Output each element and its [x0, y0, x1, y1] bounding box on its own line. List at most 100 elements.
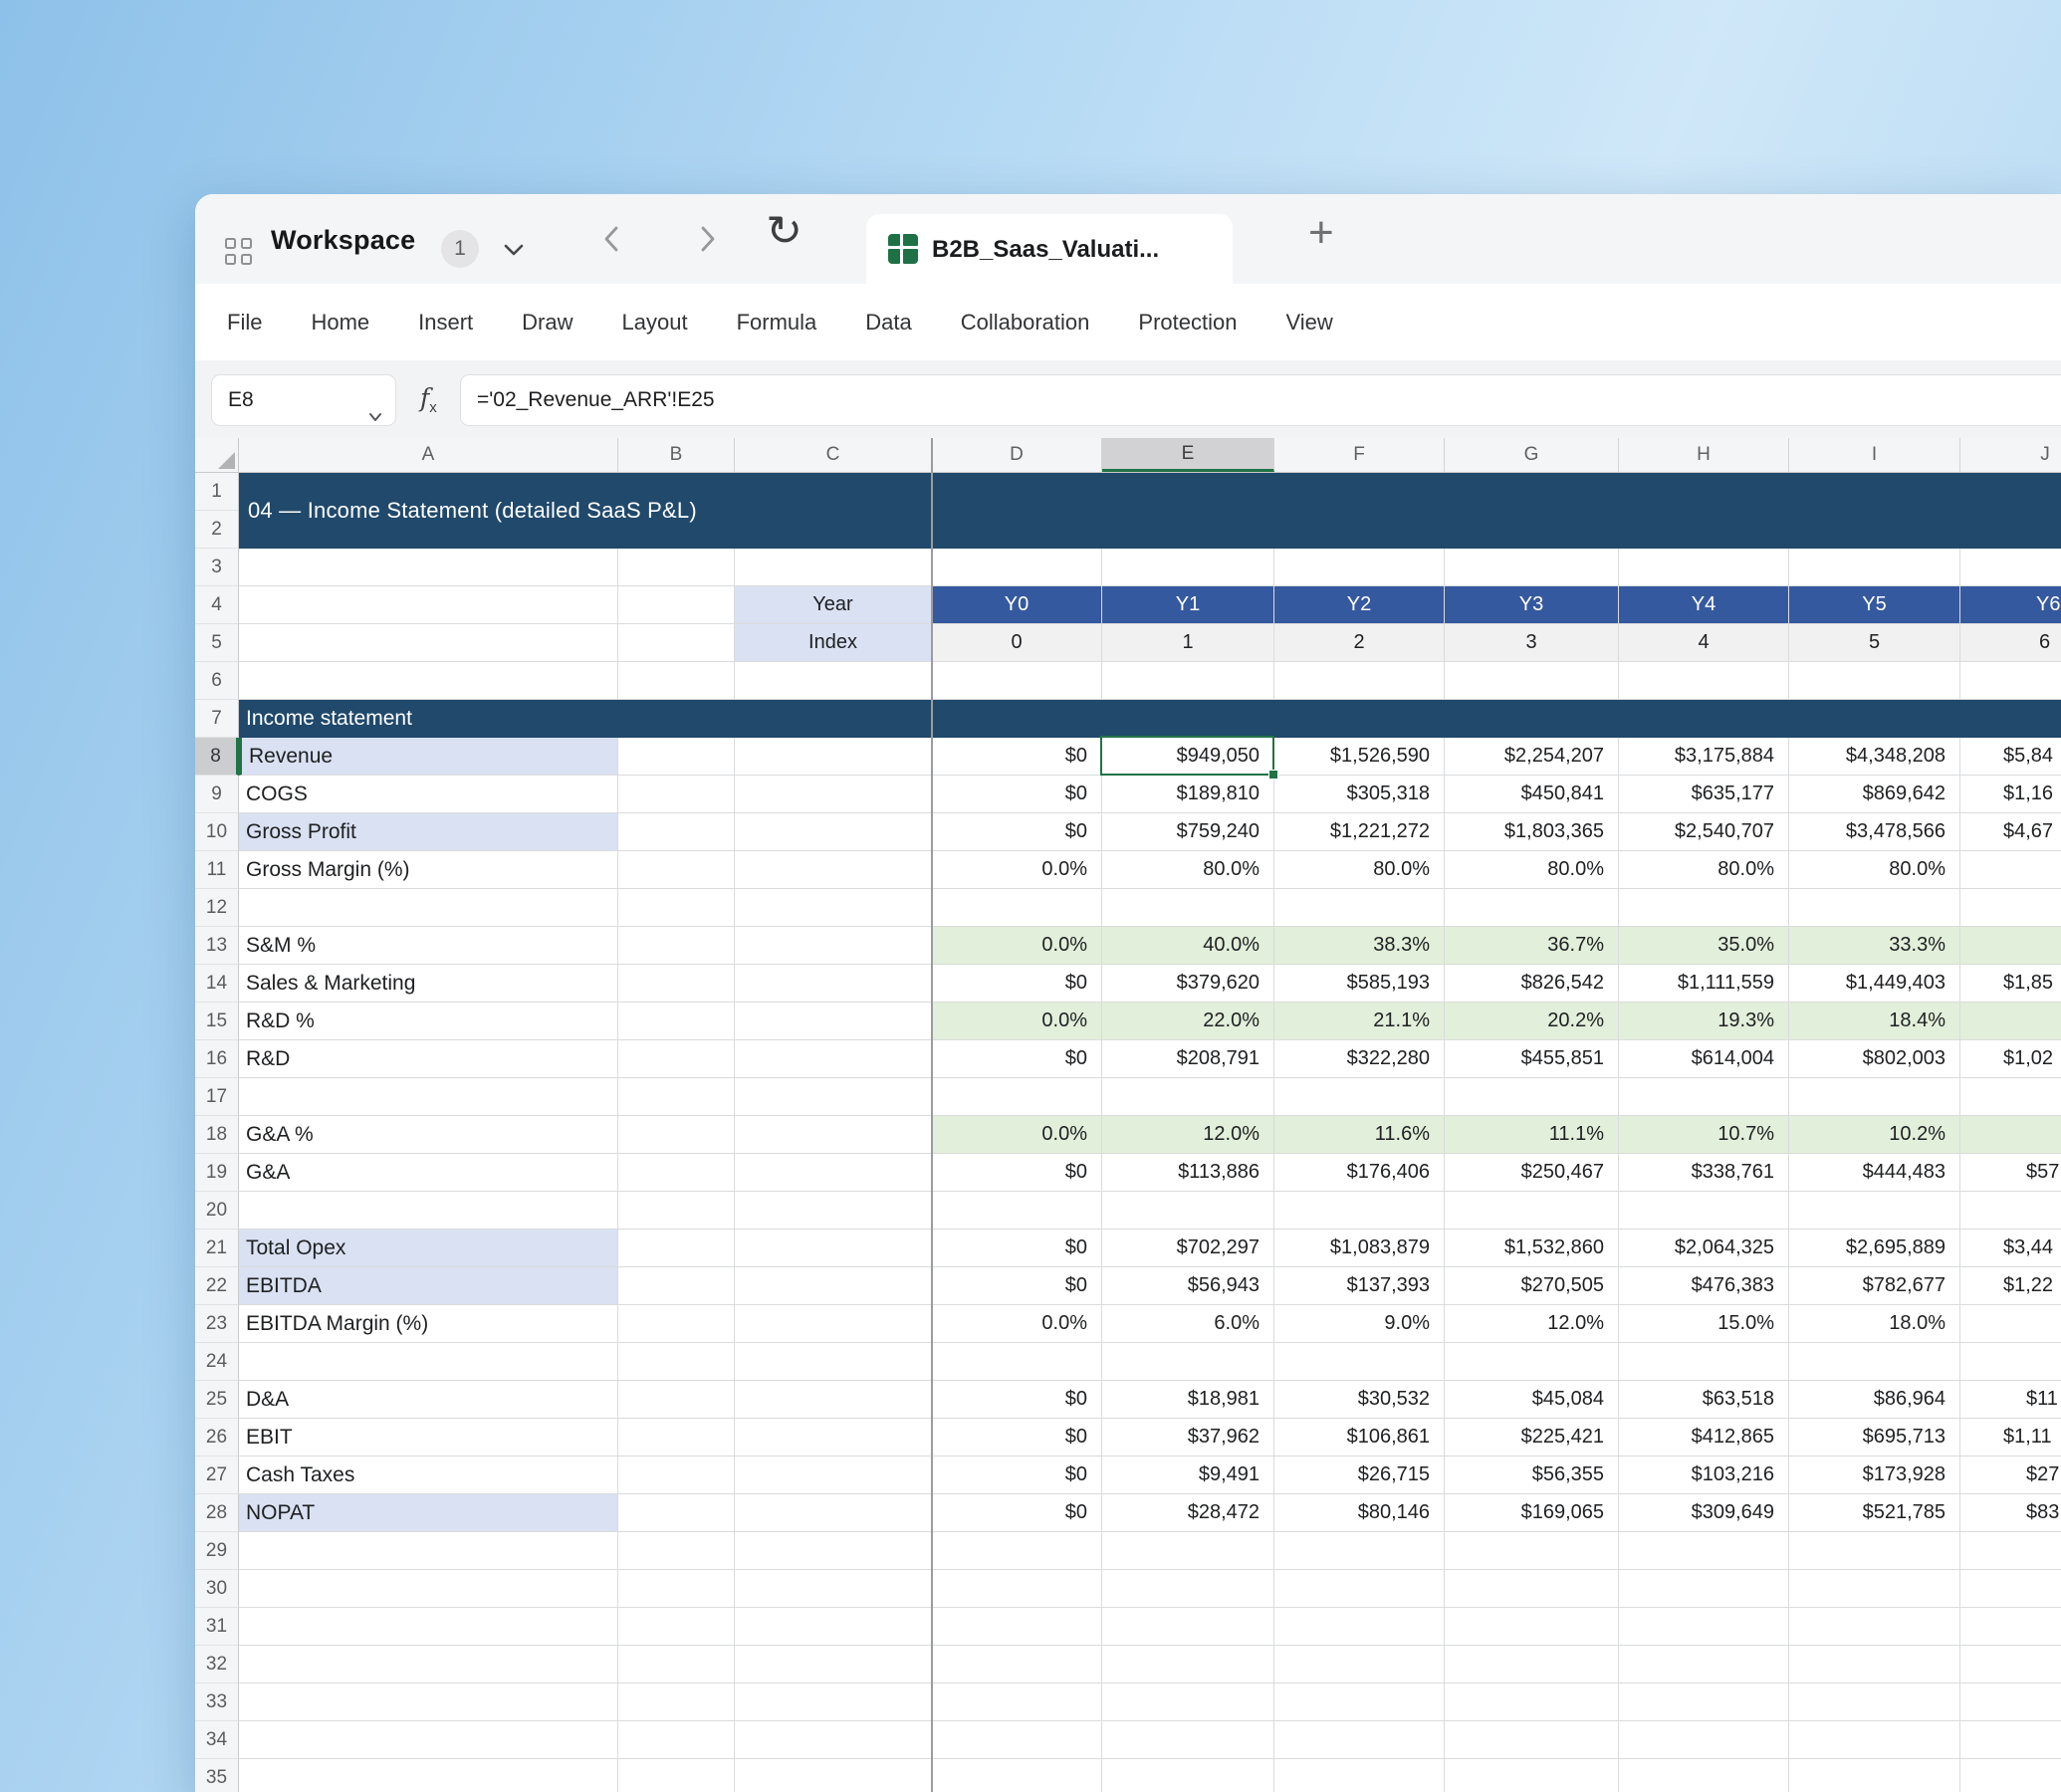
- cell-J8[interactable]: $5,84: [1960, 738, 2061, 776]
- cell-F34[interactable]: [1274, 1721, 1445, 1759]
- cell-C33[interactable]: [735, 1683, 932, 1721]
- cell-D8[interactable]: $0: [932, 738, 1102, 776]
- cell-H9[interactable]: $635,177: [1619, 776, 1789, 813]
- cell-H27[interactable]: $103,216: [1619, 1456, 1789, 1494]
- cell-C15[interactable]: [735, 1003, 932, 1040]
- cell-C32[interactable]: [735, 1646, 932, 1683]
- cell-E4[interactable]: Y1: [1102, 586, 1274, 624]
- cell-D31[interactable]: [932, 1608, 1102, 1646]
- cell-I25[interactable]: $86,964: [1789, 1381, 1960, 1419]
- cell-J31[interactable]: [1960, 1608, 2061, 1646]
- cell-C21[interactable]: [735, 1230, 932, 1267]
- workspace-label[interactable]: Workspace: [271, 194, 415, 284]
- cell-J9[interactable]: $1,16: [1960, 776, 2061, 813]
- cell-B35[interactable]: [618, 1759, 735, 1792]
- row-header-33[interactable]: 33: [195, 1683, 239, 1721]
- cell-A9[interactable]: COGS: [239, 776, 618, 813]
- cell-E34[interactable]: [1102, 1721, 1274, 1759]
- cell-J13[interactable]: [1960, 927, 2061, 965]
- cell-A24[interactable]: [239, 1343, 618, 1381]
- name-box-chevron-icon[interactable]: [367, 394, 383, 444]
- cell-D9[interactable]: $0: [932, 776, 1102, 813]
- cell-D20[interactable]: [932, 1192, 1102, 1230]
- cell-D27[interactable]: $0: [932, 1456, 1102, 1494]
- cell-D35[interactable]: [932, 1759, 1102, 1792]
- cell-I24[interactable]: [1789, 1343, 1960, 1381]
- cell-H21[interactable]: $2,064,325: [1619, 1230, 1789, 1267]
- cell-A11[interactable]: Gross Margin (%): [239, 851, 618, 889]
- row-header-3[interactable]: 3: [195, 549, 239, 586]
- cell-C23[interactable]: [735, 1305, 932, 1343]
- cell-F8[interactable]: $1,526,590: [1274, 738, 1445, 776]
- cell-I33[interactable]: [1789, 1683, 1960, 1721]
- cell-B22[interactable]: [618, 1267, 735, 1305]
- cell-C8[interactable]: [735, 738, 932, 776]
- cell-B33[interactable]: [618, 1683, 735, 1721]
- row-header-23[interactable]: 23: [195, 1305, 239, 1343]
- cell-J4[interactable]: Y6: [1960, 586, 2061, 624]
- cell-C29[interactable]: [735, 1532, 932, 1570]
- column-header-I[interactable]: I: [1789, 438, 1960, 472]
- cell-E3[interactable]: [1102, 549, 1274, 586]
- cell-A35[interactable]: [239, 1759, 618, 1792]
- cell-I14[interactable]: $1,449,403: [1789, 965, 1960, 1003]
- cell-I23[interactable]: 18.0%: [1789, 1305, 1960, 1343]
- cell-J20[interactable]: [1960, 1192, 2061, 1230]
- cell-D26[interactable]: $0: [932, 1419, 1102, 1456]
- cell-B34[interactable]: [618, 1721, 735, 1759]
- cell-F6[interactable]: [1274, 662, 1445, 700]
- cell-B14[interactable]: [618, 965, 735, 1003]
- cell-A28[interactable]: NOPAT: [239, 1494, 618, 1532]
- cell-A23[interactable]: EBITDA Margin (%): [239, 1305, 618, 1343]
- cell-G11[interactable]: 80.0%: [1445, 851, 1619, 889]
- cell-I22[interactable]: $782,677: [1789, 1267, 1960, 1305]
- cell-E17[interactable]: [1102, 1078, 1274, 1116]
- cell-I28[interactable]: $521,785: [1789, 1494, 1960, 1532]
- cell-F16[interactable]: $322,280: [1274, 1040, 1445, 1078]
- sheet-title-banner[interactable]: 04 — Income Statement (detailed SaaS P&L…: [239, 473, 2061, 549]
- cell-D32[interactable]: [932, 1646, 1102, 1683]
- menu-item-collaboration[interactable]: Collaboration: [961, 310, 1090, 336]
- menu-item-protection[interactable]: Protection: [1138, 310, 1237, 336]
- cell-B32[interactable]: [618, 1646, 735, 1683]
- cell-F24[interactable]: [1274, 1343, 1445, 1381]
- cell-D13[interactable]: 0.0%: [932, 927, 1102, 965]
- cell-A18[interactable]: G&A %: [239, 1116, 618, 1154]
- row-header-2[interactable]: 2: [195, 511, 238, 549]
- cell-F35[interactable]: [1274, 1759, 1445, 1792]
- cell-I19[interactable]: $444,483: [1789, 1154, 1960, 1192]
- cell-D6[interactable]: [932, 662, 1102, 700]
- cell-G3[interactable]: [1445, 549, 1619, 586]
- cell-D28[interactable]: $0: [932, 1494, 1102, 1532]
- cell-J30[interactable]: [1960, 1570, 2061, 1608]
- cell-H29[interactable]: [1619, 1532, 1789, 1570]
- cell-A12[interactable]: [239, 889, 618, 927]
- cell-F19[interactable]: $176,406: [1274, 1154, 1445, 1192]
- cell-F10[interactable]: $1,221,272: [1274, 813, 1445, 851]
- cell-J15[interactable]: [1960, 1003, 2061, 1040]
- cell-I21[interactable]: $2,695,889: [1789, 1230, 1960, 1267]
- cell-H11[interactable]: 80.0%: [1619, 851, 1789, 889]
- cell-E27[interactable]: $9,491: [1102, 1456, 1274, 1494]
- select-all-corner[interactable]: [195, 438, 239, 472]
- cell-D23[interactable]: 0.0%: [932, 1305, 1102, 1343]
- cell-A27[interactable]: Cash Taxes: [239, 1456, 618, 1494]
- cell-A19[interactable]: G&A: [239, 1154, 618, 1192]
- row-header-32[interactable]: 32: [195, 1646, 239, 1683]
- row-header-19[interactable]: 19: [195, 1154, 239, 1192]
- cell-E19[interactable]: $113,886: [1102, 1154, 1274, 1192]
- cell-I5[interactable]: 5: [1789, 624, 1960, 662]
- row-header-12[interactable]: 12: [195, 889, 239, 927]
- cell-C24[interactable]: [735, 1343, 932, 1381]
- row-header-8[interactable]: 8: [195, 738, 239, 776]
- row-header-24[interactable]: 24: [195, 1343, 239, 1381]
- row-header-29[interactable]: 29: [195, 1532, 239, 1570]
- cell-E5[interactable]: 1: [1102, 624, 1274, 662]
- cell-C14[interactable]: [735, 965, 932, 1003]
- cell-E9[interactable]: $189,810: [1102, 776, 1274, 813]
- cell-G34[interactable]: [1445, 1721, 1619, 1759]
- new-tab-button[interactable]: +: [1308, 208, 1334, 258]
- row-header-14[interactable]: 14: [195, 965, 239, 1003]
- cell-H34[interactable]: [1619, 1721, 1789, 1759]
- cell-H19[interactable]: $338,761: [1619, 1154, 1789, 1192]
